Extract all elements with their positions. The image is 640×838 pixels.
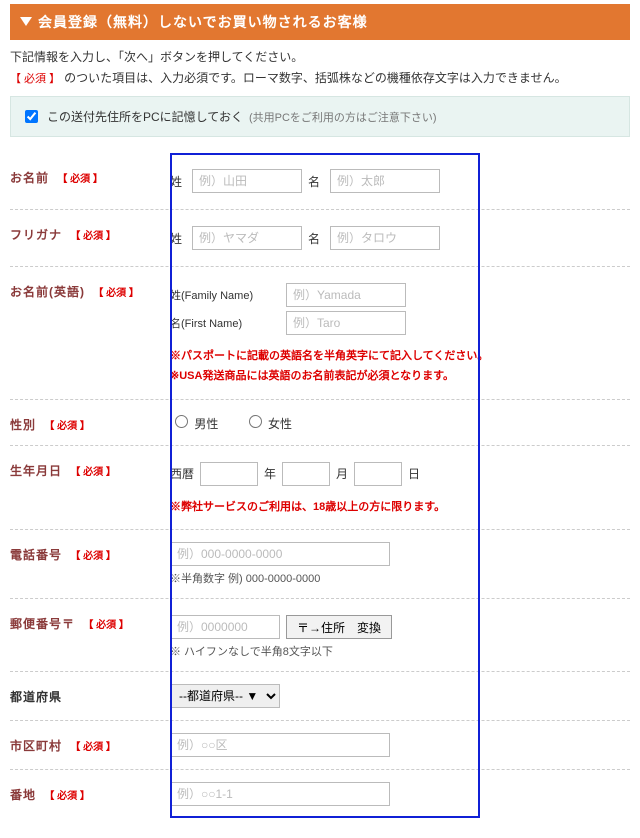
intro-line-1: 下記情報を入力し、「次へ」ボタンを押してください。 xyxy=(10,48,630,65)
gender-female-text: 女性 xyxy=(268,417,292,431)
kana-sei-label: 姓 xyxy=(170,230,186,247)
row-name: お名前 【 必須 】 姓 名 xyxy=(10,153,630,210)
birth-day-input[interactable] xyxy=(354,462,402,486)
row-gender: 性別 【 必須 】 男性 女性 xyxy=(10,400,630,446)
label-kana: フリガナ 【 必須 】 xyxy=(10,222,170,254)
gender-male-text: 男性 xyxy=(194,417,218,431)
label-city-text: 市区町村 xyxy=(10,739,62,753)
label-birth-text: 生年月日 xyxy=(10,464,62,478)
row-phone: 電話番号 【 必須 】 ※半角数字 例) 000-0000-0000 xyxy=(10,530,630,599)
form-area: お名前 【 必須 】 姓 名 フリガナ 【 必須 】 姓 名 xyxy=(10,153,630,818)
label-name-text: お名前 xyxy=(10,171,49,185)
label-postal-req: 【 必須 】 xyxy=(83,620,129,631)
label-gender-req: 【 必須 】 xyxy=(44,421,90,432)
label-gender-text: 性別 xyxy=(10,418,36,432)
row-postal: 郵便番号〒 【 必須 】 〒→住所 変換 ※ ハイフンなしで半角8文字以下 xyxy=(10,599,630,672)
phone-note: ※半角数字 例) 000-0000-0000 xyxy=(170,570,630,586)
birth-month-input[interactable] xyxy=(282,462,330,486)
label-street-req: 【 必須 】 xyxy=(44,791,90,802)
label-pref: 都道府県 xyxy=(10,684,170,708)
label-pref-text: 都道府県 xyxy=(10,690,62,704)
section-header: 会員登録（無料）しないでお買い物されるお客様 xyxy=(10,4,630,40)
name-mei-input[interactable] xyxy=(330,169,440,193)
label-phone-text: 電話番号 xyxy=(10,548,62,562)
label-birth-req: 【 必須 】 xyxy=(70,467,116,478)
family-label: 姓(Family Name) xyxy=(170,287,280,303)
postal-input[interactable] xyxy=(170,615,280,639)
remember-label: この送付先住所をPCに記憶しておく xyxy=(47,108,243,125)
postal-note: ※ ハイフンなしで半角8文字以下 xyxy=(170,643,630,659)
sei-label: 姓 xyxy=(170,173,186,190)
label-city-req: 【 必須 】 xyxy=(70,742,116,753)
row-pref: 都道府県 --都道府県-- ▼ xyxy=(10,672,630,721)
first-name-input[interactable] xyxy=(286,311,406,335)
birth-year-input[interactable] xyxy=(200,462,258,486)
gender-male-option[interactable]: 男性 xyxy=(170,417,222,431)
gender-male-radio[interactable] xyxy=(175,415,188,428)
remember-checkbox[interactable] xyxy=(25,110,38,123)
label-street-text: 番地 xyxy=(10,788,36,802)
label-name-req: 【 必須 】 xyxy=(57,174,103,185)
required-badge: 【 必須 】 xyxy=(10,73,60,85)
row-kana: フリガナ 【 必須 】 姓 名 xyxy=(10,210,630,267)
label-postal-text: 郵便番号〒 xyxy=(10,617,75,631)
row-birth: 生年月日 【 必須 】 西暦 年 月 日 ※弊社サービスのご利用は、18歳以上の… xyxy=(10,446,630,531)
birth-d: 日 xyxy=(408,465,420,482)
pref-select[interactable]: --都道府県-- ▼ xyxy=(170,684,280,708)
mei-label: 名 xyxy=(308,173,324,190)
birth-y: 年 xyxy=(264,465,276,482)
label-city: 市区町村 【 必須 】 xyxy=(10,733,170,757)
row-city: 市区町村 【 必須 】 xyxy=(10,721,630,770)
name-en-note-2: ※USA発送商品には英語のお名前表記が必須となります。 xyxy=(170,367,630,387)
label-street: 番地 【 必須 】 xyxy=(10,782,170,806)
kana-sei-input[interactable] xyxy=(192,226,302,250)
chevron-down-icon xyxy=(20,17,32,26)
row-name-en: お名前(英語) 【 必須 】 姓(Family Name) 名(First Na… xyxy=(10,267,630,400)
postal-convert-button[interactable]: 〒→住所 変換 xyxy=(286,615,392,639)
birth-note: ※弊社サービスのご利用は、18歳以上の方に限ります。 xyxy=(170,498,630,518)
city-input[interactable] xyxy=(170,733,390,757)
label-kana-req: 【 必須 】 xyxy=(70,231,116,242)
label-gender: 性別 【 必須 】 xyxy=(10,412,170,433)
label-name-en-text: お名前(英語) xyxy=(10,285,85,299)
label-kana-text: フリガナ xyxy=(10,228,62,242)
birth-m: 月 xyxy=(336,465,348,482)
intro-line-2: 【 必須 】のついた項目は、入力必須です。ローマ数字、括弧株などの機種依存文字は… xyxy=(10,69,630,86)
name-en-note: ※パスポートに記載の英語名を半角英字にて記入してください。 ※USA発送商品には… xyxy=(170,347,630,387)
birth-era: 西暦 xyxy=(170,465,194,482)
label-name-en: お名前(英語) 【 必須 】 xyxy=(10,279,170,387)
intro-line-2-text: のついた項目は、入力必須です。ローマ数字、括弧株などの機種依存文字は入力できませ… xyxy=(64,71,566,85)
label-phone-req: 【 必須 】 xyxy=(70,551,116,562)
family-name-input[interactable] xyxy=(286,283,406,307)
label-name: お名前 【 必須 】 xyxy=(10,165,170,197)
phone-input[interactable] xyxy=(170,542,390,566)
section-title: 会員登録（無料）しないでお買い物されるお客様 xyxy=(38,14,368,30)
row-street: 番地 【 必須 】 xyxy=(10,770,630,818)
street-input[interactable] xyxy=(170,782,390,806)
label-postal: 郵便番号〒 【 必須 】 xyxy=(10,611,170,659)
kana-mei-input[interactable] xyxy=(330,226,440,250)
remember-box: この送付先住所をPCに記憶しておく (共用PCをご利用の方はご注意下さい) xyxy=(10,96,630,137)
remember-sub: (共用PCをご利用の方はご注意下さい) xyxy=(249,109,437,125)
name-en-note-1: ※パスポートに記載の英語名を半角英字にて記入してください。 xyxy=(170,347,630,367)
label-name-en-req: 【 必須 】 xyxy=(93,288,139,299)
name-sei-input[interactable] xyxy=(192,169,302,193)
gender-female-radio[interactable] xyxy=(249,415,262,428)
kana-mei-label: 名 xyxy=(308,230,324,247)
gender-female-option[interactable]: 女性 xyxy=(244,417,292,431)
label-birth: 生年月日 【 必須 】 xyxy=(10,458,170,518)
label-phone: 電話番号 【 必須 】 xyxy=(10,542,170,586)
first-label: 名(First Name) xyxy=(170,315,280,331)
